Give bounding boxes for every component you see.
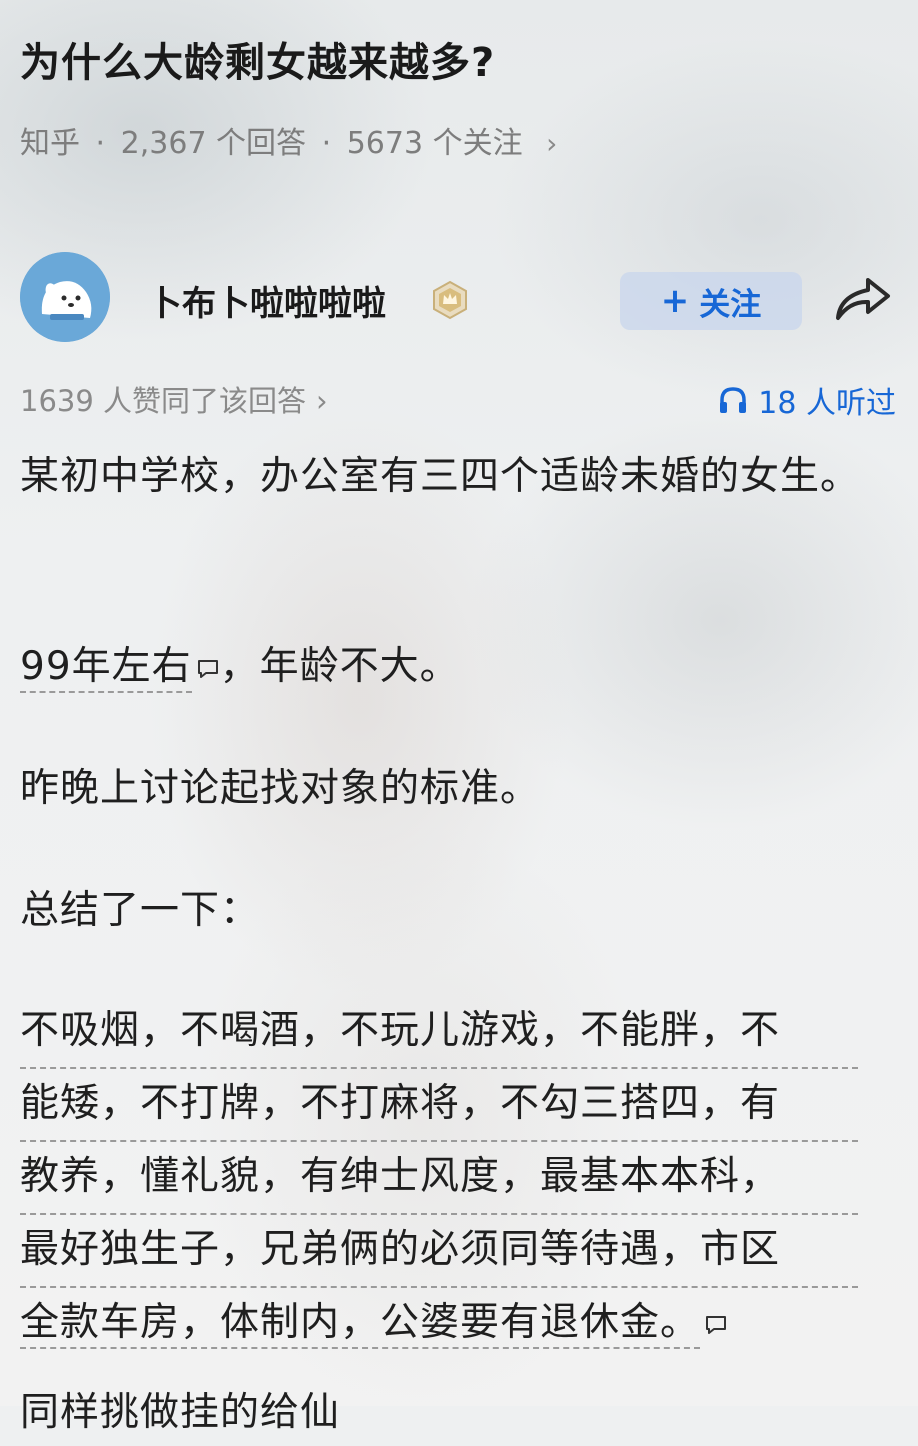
annotated-line: 能矮，不打牌，不打麻将，不勾三搭四，有: [20, 1069, 858, 1142]
answer-count: 2,367 个回答: [120, 126, 307, 161]
headphones-icon: [720, 387, 747, 413]
listen-count[interactable]: 18 人听过: [718, 378, 896, 422]
agree-count[interactable]: 1639 人赞同了该回答 ›: [20, 378, 328, 420]
plus-icon: +: [660, 281, 690, 321]
listen-text: 18 人听过: [758, 386, 896, 421]
question-title[interactable]: 为什么大龄剩女越来越多?: [20, 30, 495, 88]
answer-paragraph: 99年左右 ，年龄不大。: [20, 634, 880, 700]
chevron-right-icon: ›: [546, 127, 558, 160]
follower-count: 5673 个关注: [346, 126, 523, 161]
answer-paragraph-cut-off: 同样挑做挂的给仙: [20, 1390, 341, 1435]
follow-label: 关注: [699, 286, 762, 323]
agree-text: 1639 人赞同了该回答: [20, 384, 307, 418]
comment-icon[interactable]: [196, 658, 220, 680]
answer-stats-row: 1639 人赞同了该回答 › 18 人听过: [20, 378, 896, 422]
question-meta[interactable]: 知乎 · 2,367 个回答 · 5673 个关注 ›: [20, 118, 557, 162]
answer-paragraph: 总结了一下：: [20, 888, 261, 933]
annotated-line: 不吸烟，不喝酒，不玩儿游戏，不能胖，不: [20, 996, 858, 1069]
chevron-right-icon: ›: [316, 384, 328, 418]
comment-icon[interactable]: [704, 1314, 728, 1336]
annotated-line: 最好独生子，兄弟俩的必须同等待遇，市区: [20, 1215, 858, 1288]
share-icon[interactable]: [832, 274, 892, 324]
annotated-text-link[interactable]: 99年左右: [20, 644, 192, 693]
source-label: 知乎: [20, 126, 80, 161]
annotated-line: 教养，懂礼貌，有绅士风度，最基本本科，: [20, 1142, 858, 1215]
meta-separator: ·: [321, 126, 332, 161]
answer-paragraph: 某初中学校，办公室有三四个适龄未婚的女生。: [20, 454, 861, 499]
meta-separator: ·: [95, 126, 106, 161]
answer-page: 为什么大龄剩女越来越多? 知乎 · 2,367 个回答 · 5673 个关注 ›…: [0, 0, 918, 1435]
crown-badge-icon: [430, 280, 470, 320]
avatar[interactable]: [20, 252, 110, 342]
author-row: 卜布卜啦啦啦啦 + 关注: [20, 252, 900, 344]
annotated-line-last: 全款车房，体制内，公婆要有退休金。: [20, 1288, 858, 1357]
paragraph-text: ，年龄不大。: [219, 644, 460, 689]
answer-paragraph: 昨晚上讨论起找对象的标准。: [20, 766, 541, 811]
author-name[interactable]: 卜布卜啦啦啦啦: [148, 276, 386, 325]
annotated-line: 全款车房，体制内，公婆要有退休金。: [20, 1300, 701, 1349]
annotated-paragraph[interactable]: 不吸烟，不喝酒，不玩儿游戏，不能胖，不 能矮，不打牌，不打麻将，不勾三搭四，有 …: [20, 996, 880, 1357]
follow-button[interactable]: + 关注: [620, 272, 802, 330]
